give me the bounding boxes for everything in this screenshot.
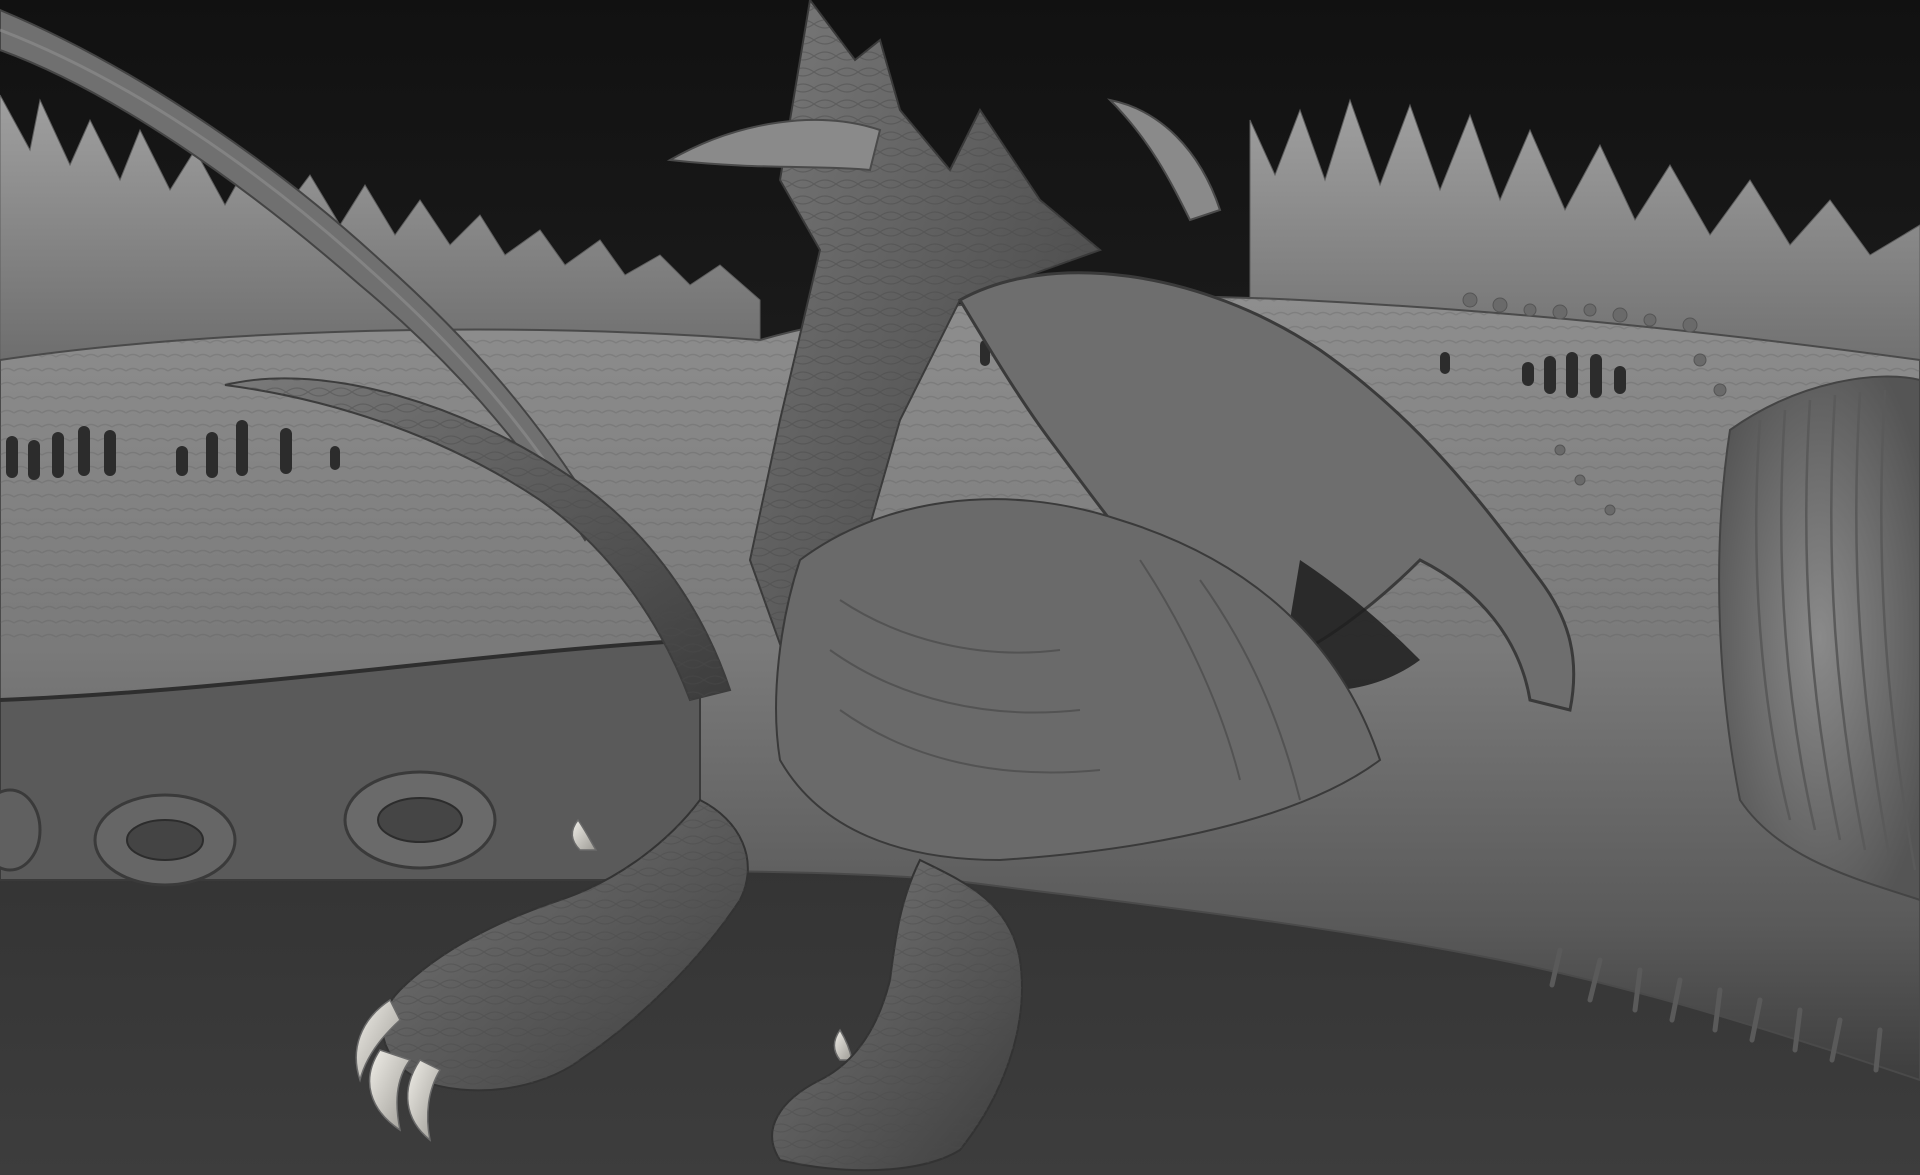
creature-render — [0, 0, 1920, 1175]
sculpt-viewport[interactable] — [0, 0, 1920, 1175]
